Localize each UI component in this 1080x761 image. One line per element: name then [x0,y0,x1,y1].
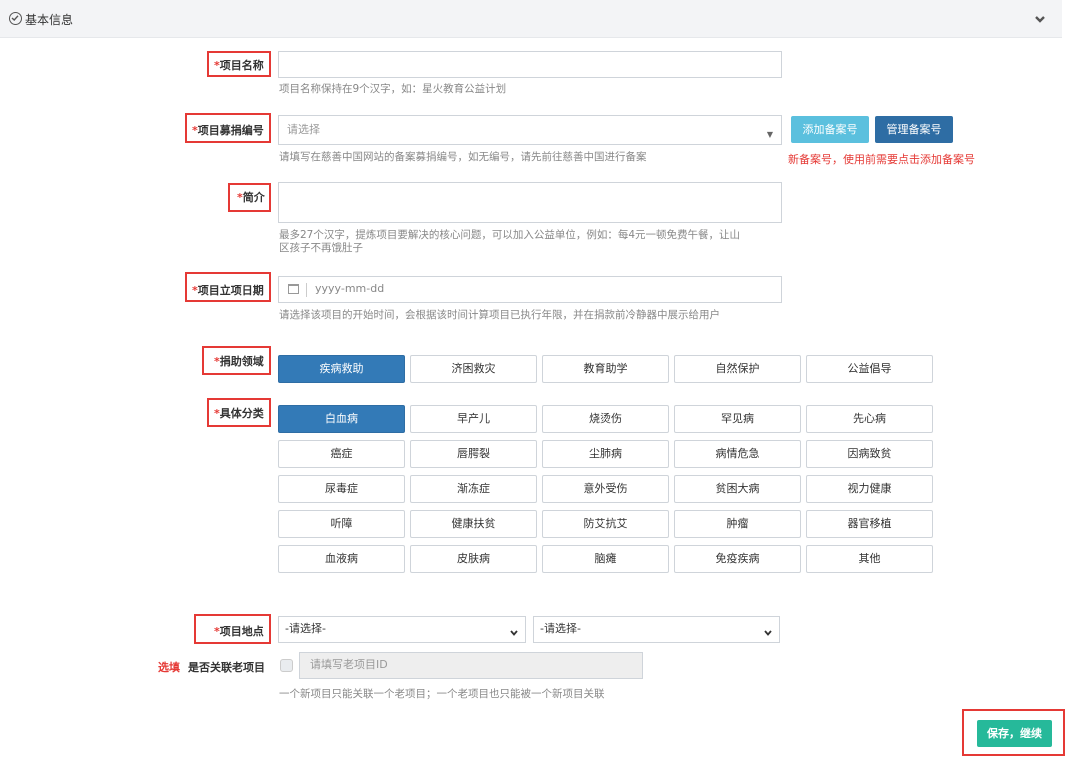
section-title: 基本信息 [25,13,74,27]
link-hint: 一个新项目只能关联一个老项目；一个老项目也只能被一个新项目关联 [279,688,605,700]
province-select[interactable]: -请选择- [278,616,526,643]
category-option-16[interactable]: 听障 [278,510,405,538]
city-select[interactable]: -请选择- [533,616,780,643]
category-option-4[interactable]: 罕见病 [674,405,801,433]
section-header[interactable]: 基本信息 [0,0,1062,38]
code-warning: 新备案号，使用前需要点击添加备案号 [788,153,975,166]
donation-field-option-3[interactable]: 教育助学 [542,355,669,383]
add-code-button[interactable]: 添加备案号 [791,116,869,143]
category-option-8[interactable]: 尘肺病 [542,440,669,468]
code-hint: 请填写在慈善中国网站的备案募捐编号，如无编号，请先前往慈善中国进行备案 [279,151,647,163]
old-project-id-input[interactable]: 请填写老项目ID [299,652,643,679]
category-option-23[interactable]: 脑瘫 [542,545,669,573]
location-label: *项目地点 [214,625,264,638]
field-label: *捐助领域 [214,355,264,368]
category-option-5[interactable]: 先心病 [806,405,933,433]
category-option-1[interactable]: 白血病 [278,405,405,433]
category-option-24[interactable]: 免疫疾病 [674,545,801,573]
date-label: *项目立项日期 [192,284,264,297]
fundraising-code-select[interactable]: 请选择 ▼ [278,115,782,145]
manage-code-button[interactable]: 管理备案号 [875,116,953,143]
donation-field-option-4[interactable]: 自然保护 [674,355,801,383]
category-option-12[interactable]: 渐冻症 [410,475,537,503]
category-option-6[interactable]: 癌症 [278,440,405,468]
category-option-14[interactable]: 贫困大病 [674,475,801,503]
category-option-21[interactable]: 血液病 [278,545,405,573]
intro-label: *简介 [237,191,265,204]
save-continue-button[interactable]: 保存，继续 [977,720,1052,747]
check-circle-icon [9,12,22,25]
link-old-project-checkbox[interactable] [280,659,293,672]
start-date-input[interactable]: yyyy-mm-dd [278,276,782,303]
category-option-25[interactable]: 其他 [806,545,933,573]
intro-hint-line2: 区孩子不再饿肚子 [279,242,363,254]
category-option-11[interactable]: 尿毒症 [278,475,405,503]
input-divider [306,283,307,297]
chevron-down-icon [509,623,519,647]
link-label: 是否关联老项目 [188,661,265,674]
category-option-15[interactable]: 视力健康 [806,475,933,503]
project-name-input[interactable] [278,51,782,78]
caret-down-icon: ▼ [766,130,773,139]
category-option-13[interactable]: 意外受伤 [542,475,669,503]
name-label: *项目名称 [214,59,264,72]
code-label: *项目募捐编号 [192,124,264,137]
category-option-17[interactable]: 健康扶贫 [410,510,537,538]
intro-hint-line1: 最多27个汉字，提炼项目要解决的核心问题，可以加入公益单位，例如：每4元一顿免费… [279,229,741,241]
donation-field-option-5[interactable]: 公益倡导 [806,355,933,383]
category-option-10[interactable]: 因病致贫 [806,440,933,468]
name-hint: 项目名称保持在9个汉字，如：星火教育公益计划 [279,83,507,95]
category-label: *具体分类 [214,407,264,420]
category-option-20[interactable]: 器官移植 [806,510,933,538]
category-option-2[interactable]: 早产儿 [410,405,537,433]
date-hint: 请选择该项目的开始时间，会根据该时间计算项目已执行年限，并在捐款前冷静器中展示给… [279,309,720,321]
category-option-9[interactable]: 病情危急 [674,440,801,468]
chevron-down-icon[interactable] [1032,11,1048,27]
category-option-19[interactable]: 肿瘤 [674,510,801,538]
donation-field-option-2[interactable]: 济困救灾 [410,355,537,383]
category-option-7[interactable]: 唇腭裂 [410,440,537,468]
chevron-down-icon [763,623,773,647]
calendar-icon [288,284,299,294]
intro-textarea[interactable] [278,182,782,223]
category-option-18[interactable]: 防艾抗艾 [542,510,669,538]
donation-field-option-1[interactable]: 疾病救助 [278,355,405,383]
category-option-3[interactable]: 烧烫伤 [542,405,669,433]
category-option-22[interactable]: 皮肤病 [410,545,537,573]
optional-tag: 选填 [158,661,180,674]
